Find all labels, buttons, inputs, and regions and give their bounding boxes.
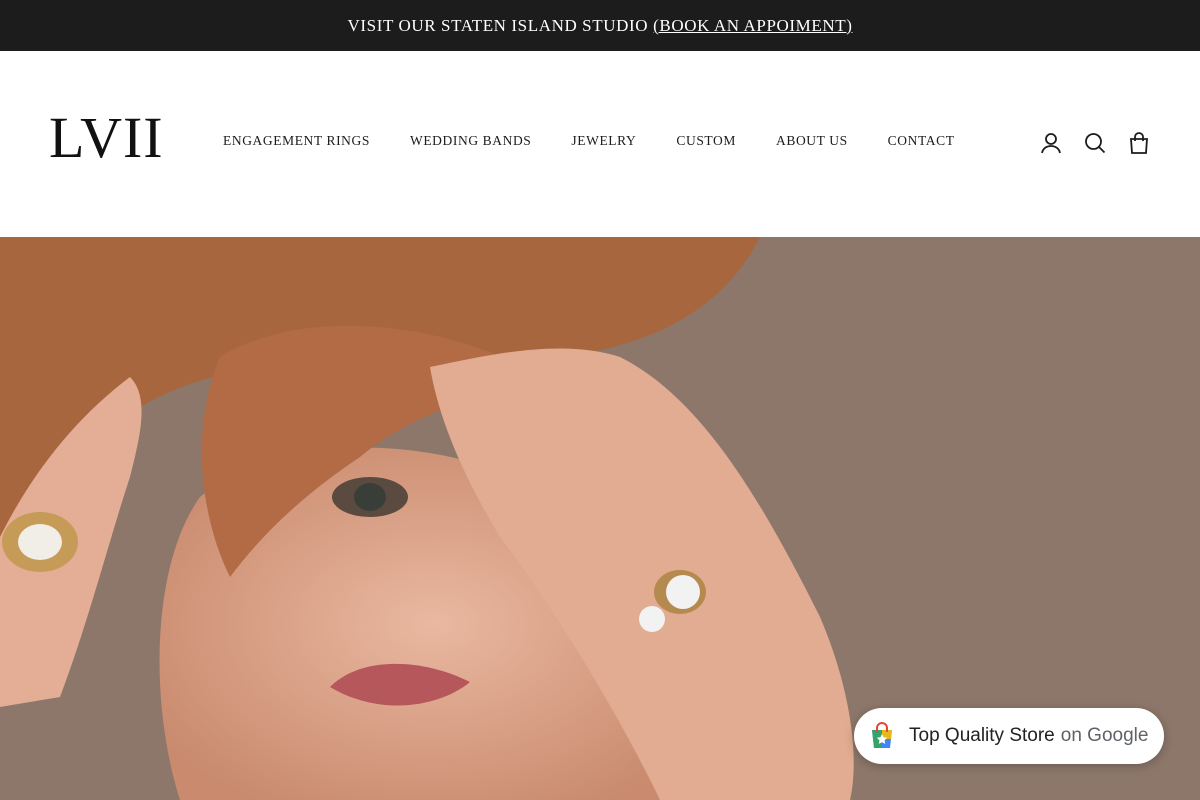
announcement-text: VISIT OUR STATEN ISLAND STUDIO bbox=[347, 15, 649, 35]
header-icons bbox=[1040, 131, 1150, 155]
main-nav: ENGAGEMENT RINGS WEDDING BANDS JEWELRY C… bbox=[223, 133, 995, 149]
search-icon[interactable] bbox=[1084, 131, 1106, 155]
google-shopping-bag-icon bbox=[872, 722, 892, 748]
nav-contact[interactable]: CONTACT bbox=[888, 133, 955, 149]
badge-suffix: on Google bbox=[1060, 725, 1149, 746]
nav-about-us[interactable]: ABOUT US bbox=[776, 133, 848, 149]
account-icon[interactable] bbox=[1040, 131, 1062, 155]
nav-engagement-rings[interactable]: ENGAGEMENT RINGS bbox=[223, 133, 370, 149]
cart-icon[interactable] bbox=[1128, 131, 1150, 155]
book-appointment-link[interactable]: (BOOK AN APPOIMENT) bbox=[653, 16, 852, 36]
site-header: LVII ENGAGEMENT RINGS WEDDING BANDS JEWE… bbox=[0, 51, 1200, 237]
badge-label: Top Quality Store bbox=[909, 725, 1055, 746]
nav-wedding-bands[interactable]: WEDDING BANDS bbox=[410, 133, 531, 149]
google-top-quality-badge[interactable]: Top Quality Store on Google bbox=[854, 708, 1164, 764]
nav-custom[interactable]: CUSTOM bbox=[676, 133, 736, 149]
logo[interactable]: LVII bbox=[49, 109, 164, 167]
announcement-bar: VISIT OUR STATEN ISLAND STUDIO (BOOK AN … bbox=[0, 0, 1200, 51]
nav-jewelry[interactable]: JEWELRY bbox=[571, 133, 636, 149]
